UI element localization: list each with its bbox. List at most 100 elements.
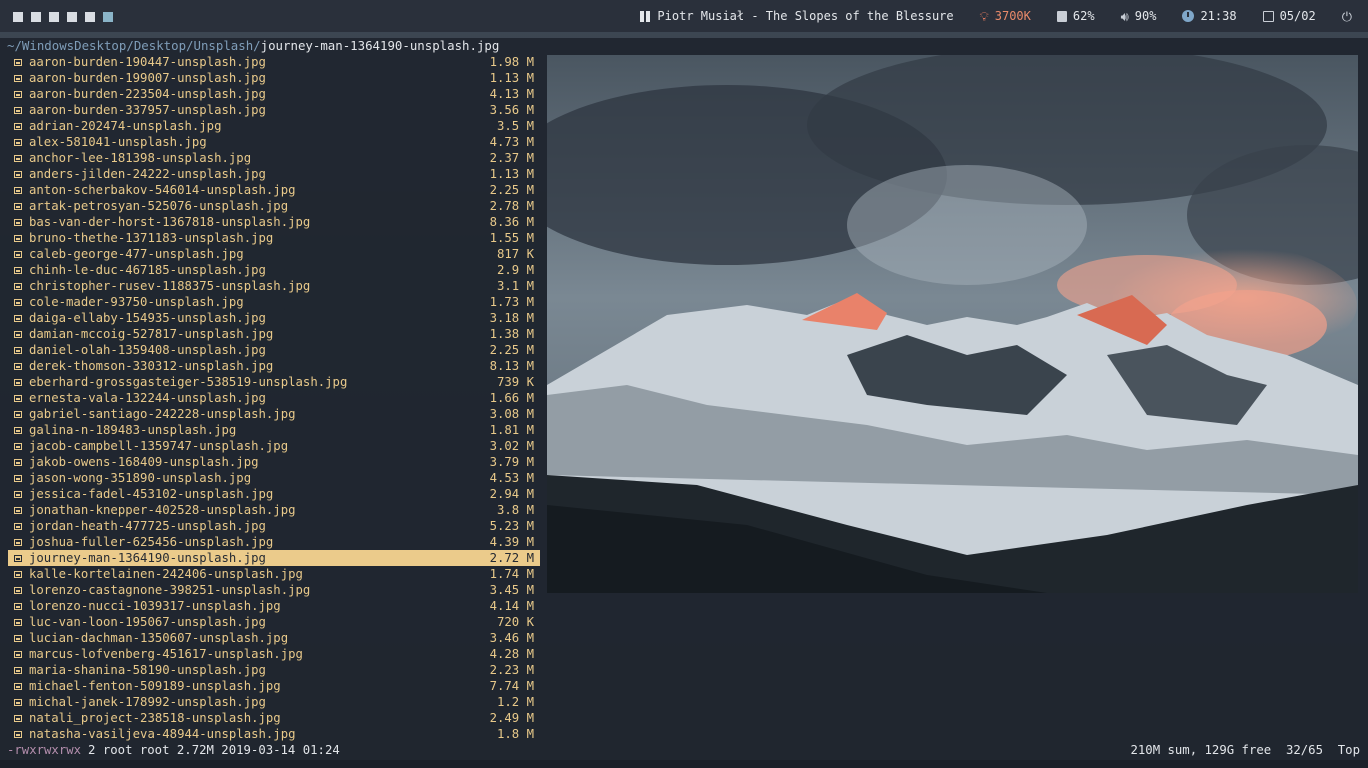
- pause-icon[interactable]: [639, 10, 651, 22]
- volume-level[interactable]: 90%: [1135, 9, 1157, 23]
- battery-icon: [1056, 10, 1067, 22]
- file-size: 1.81 M: [489, 423, 534, 437]
- file-list[interactable]: aaron-burden-190447-unsplash.jpg 1.98 Maa…: [8, 54, 540, 742]
- file-icon-cell: [8, 694, 28, 710]
- file-permissions: -rwxrwxrwx: [7, 743, 82, 757]
- file-row[interactable]: anders-jilden-24222-unsplash.jpg 1.13 M: [8, 166, 540, 182]
- status-summary: 210M sum, 129G free 32/65 Top: [1130, 743, 1360, 757]
- file-name: damian-mccoig-527817-unsplash.jpg: [29, 327, 274, 341]
- file-row[interactable]: alex-581041-unsplash.jpg 4.73 M: [8, 134, 540, 150]
- file-row[interactable]: ernesta-vala-132244-unsplash.jpg 1.66 M: [8, 390, 540, 406]
- file-icon-cell: [8, 342, 28, 358]
- file-size: 817 K: [496, 247, 534, 261]
- file-row[interactable]: marcus-lofvenberg-451617-unsplash.jpg 4.2…: [8, 646, 540, 662]
- file-name: jason-wong-351890-unsplash.jpg: [29, 471, 252, 485]
- file-size: 2.72 M: [489, 551, 534, 565]
- file-name: galina-n-189483-unsplash.jpg: [29, 423, 237, 437]
- file-row[interactable]: michal-janek-178992-unsplash.jpg 1.2 M: [8, 694, 540, 710]
- file-icon-cell: [8, 454, 28, 470]
- file-size: 5.23 M: [489, 519, 534, 533]
- file-row[interactable]: bas-van-der-horst-1367818-unsplash.jpg 8.…: [8, 214, 540, 230]
- file-row-selected[interactable]: journey-man-1364190-unsplash.jpg 2.72 M: [8, 550, 540, 566]
- file-row[interactable]: maria-shanina-58190-unsplash.jpg 2.23 M: [8, 662, 540, 678]
- workspace-button[interactable]: [85, 12, 95, 22]
- file-name: lucian-dachman-1350607-unsplash.jpg: [29, 631, 289, 645]
- file-size: 1.2 M: [496, 695, 534, 709]
- image-file-icon: [14, 522, 22, 530]
- file-row[interactable]: lucian-dachman-1350607-unsplash.jpg 3.46 …: [8, 630, 540, 646]
- file-size: 2.23 M: [489, 663, 534, 677]
- file-row[interactable]: bruno-thethe-1371183-unsplash.jpg 1.55 M: [8, 230, 540, 246]
- mountain-preview-image: [547, 55, 1358, 593]
- file-size: 1.55 M: [489, 231, 534, 245]
- file-row[interactable]: jacob-campbell-1359747-unsplash.jpg 3.02 …: [8, 438, 540, 454]
- file-row[interactable]: jason-wong-351890-unsplash.jpg 4.53 M: [8, 470, 540, 486]
- image-file-icon: [14, 330, 22, 338]
- file-row[interactable]: anton-scherbakov-546014-unsplash.jpg 2.25…: [8, 182, 540, 198]
- file-row[interactable]: damian-mccoig-527817-unsplash.jpg 1.38 M: [8, 326, 540, 342]
- file-row[interactable]: jessica-fadel-453102-unsplash.jpg 2.94 M: [8, 486, 540, 502]
- image-file-icon: [14, 298, 22, 306]
- workspace-button[interactable]: [13, 12, 23, 22]
- file-name: chinh-le-duc-467185-unsplash.jpg: [29, 263, 266, 277]
- file-row[interactable]: aaron-burden-223504-unsplash.jpg 4.13 M: [8, 86, 540, 102]
- file-name: lorenzo-nucci-1039317-unsplash.jpg: [29, 599, 281, 613]
- file-row[interactable]: galina-n-189483-unsplash.jpg 1.81 M: [8, 422, 540, 438]
- file-row[interactable]: cole-mader-93750-unsplash.jpg 1.73 M: [8, 294, 540, 310]
- file-size: 3.02 M: [489, 439, 534, 453]
- file-row[interactable]: adrian-202474-unsplash.jpg 3.5 M: [8, 118, 540, 134]
- file-row[interactable]: jordan-heath-477725-unsplash.jpg 5.23 M: [8, 518, 540, 534]
- image-file-icon: [14, 234, 22, 242]
- file-row[interactable]: joshua-fuller-625456-unsplash.jpg 4.39 M: [8, 534, 540, 550]
- file-icon-cell: [8, 150, 28, 166]
- file-icon-cell: [8, 294, 28, 310]
- image-file-icon: [14, 138, 22, 146]
- file-row[interactable]: kalle-kortelainen-242406-unsplash.jpg 1.7…: [8, 566, 540, 582]
- file-row[interactable]: luc-van-loon-195067-unsplash.jpg 720 K: [8, 614, 540, 630]
- file-name: anton-scherbakov-546014-unsplash.jpg: [29, 183, 296, 197]
- image-file-icon: [14, 490, 22, 498]
- file-name: anchor-lee-181398-unsplash.jpg: [29, 151, 252, 165]
- file-row[interactable]: anchor-lee-181398-unsplash.jpg 2.37 M: [8, 150, 540, 166]
- volume-icon[interactable]: 🔊︎: [1121, 10, 1129, 25]
- file-icon-cell: [8, 422, 28, 438]
- file-size: 3.45 M: [489, 583, 534, 597]
- now-playing[interactable]: Piotr Musiał - The Slopes of the Blessur…: [657, 9, 953, 23]
- color-temperature[interactable]: 3700K: [995, 9, 1031, 23]
- file-row[interactable]: michael-fenton-509189-unsplash.jpg 7.74 M: [8, 678, 540, 694]
- file-row[interactable]: artak-petrosyan-525076-unsplash.jpg 2.78 …: [8, 198, 540, 214]
- file-row[interactable]: christopher-rusev-1188375-unsplash.jpg 3.…: [8, 278, 540, 294]
- workspace-button[interactable]: [49, 12, 59, 22]
- file-row[interactable]: natali_project-238518-unsplash.jpg 2.49 M: [8, 710, 540, 726]
- power-icon[interactable]: ⏻: [1342, 10, 1352, 25]
- file-row[interactable]: jakob-owens-168409-unsplash.jpg 3.79 M: [8, 454, 540, 470]
- file-icon-cell: [8, 566, 28, 582]
- image-file-icon: [14, 250, 22, 258]
- workspace-button[interactable]: [103, 12, 113, 22]
- file-row[interactable]: jonathan-knepper-402528-unsplash.jpg 3.8 …: [8, 502, 540, 518]
- file-row[interactable]: derek-thomson-330312-unsplash.jpg 8.13 M: [8, 358, 540, 374]
- workspace-button[interactable]: [31, 12, 41, 22]
- file-row[interactable]: gabriel-santiago-242228-unsplash.jpg 3.08…: [8, 406, 540, 422]
- file-row[interactable]: aaron-burden-199007-unsplash.jpg 1.13 M: [8, 70, 540, 86]
- file-row[interactable]: lorenzo-castagnone-398251-unsplash.jpg 3.…: [8, 582, 540, 598]
- file-size: 2.94 M: [489, 487, 534, 501]
- file-icon-cell: [8, 182, 28, 198]
- image-file-icon: [14, 666, 22, 674]
- file-row[interactable]: caleb-george-477-unsplash.jpg 817 K: [8, 246, 540, 262]
- image-file-icon: [14, 346, 22, 354]
- file-row[interactable]: aaron-burden-337957-unsplash.jpg 3.56 M: [8, 102, 540, 118]
- file-row[interactable]: daniel-olah-1359408-unsplash.jpg 2.25 M: [8, 342, 540, 358]
- file-name: michael-fenton-509189-unsplash.jpg: [29, 679, 281, 693]
- file-row[interactable]: lorenzo-nucci-1039317-unsplash.jpg 4.14 M: [8, 598, 540, 614]
- file-row[interactable]: natasha-vasiljeva-48944-unsplash.jpg 1.8 …: [8, 726, 540, 742]
- file-row[interactable]: aaron-burden-190447-unsplash.jpg 1.98 M: [8, 54, 540, 70]
- file-row[interactable]: chinh-le-duc-467185-unsplash.jpg 2.9 M: [8, 262, 540, 278]
- workspace-button[interactable]: [67, 12, 77, 22]
- file-row[interactable]: daiga-ellaby-154935-unsplash.jpg 3.18 M: [8, 310, 540, 326]
- file-row[interactable]: eberhard-grossgasteiger-538519-unsplash.…: [8, 374, 540, 390]
- file-size: 4.39 M: [489, 535, 534, 549]
- file-name: maria-shanina-58190-unsplash.jpg: [29, 663, 266, 677]
- image-file-icon: [14, 90, 22, 98]
- file-name: daniel-olah-1359408-unsplash.jpg: [29, 343, 266, 357]
